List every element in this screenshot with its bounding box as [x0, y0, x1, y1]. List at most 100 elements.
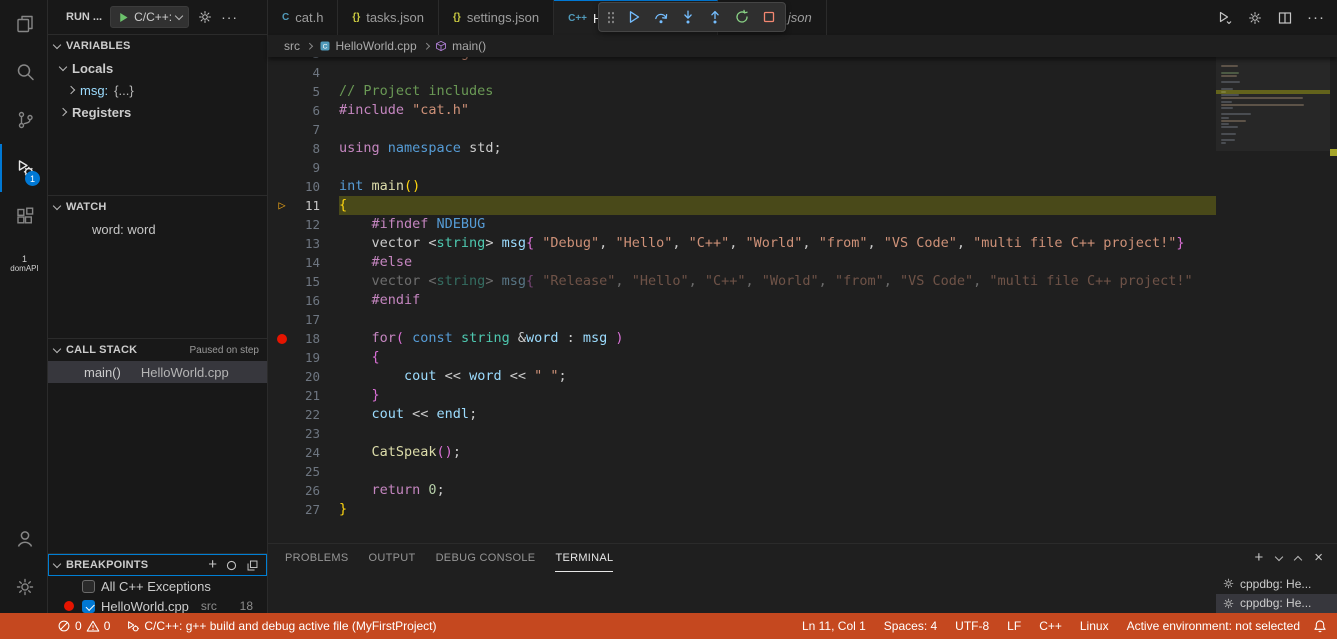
glyph-margin[interactable] — [268, 215, 296, 234]
close-panel-icon[interactable]: × — [1314, 552, 1323, 564]
run-or-debug-icon[interactable] — [1217, 10, 1233, 26]
step-out-icon[interactable] — [707, 9, 723, 25]
glyph-margin[interactable] — [268, 158, 296, 177]
activity-item-domapi-extension[interactable]: 1domAPI — [0, 240, 47, 288]
new-terminal-icon[interactable]: + — [1254, 552, 1263, 564]
glyph-margin[interactable] — [268, 291, 296, 310]
glyph-margin[interactable] — [268, 500, 296, 519]
toggle-breakpoints-icon[interactable] — [225, 559, 238, 572]
checkbox-checked[interactable] — [82, 600, 95, 613]
panel-tab-debug-console[interactable]: DEBUG CONSOLE — [436, 544, 536, 572]
activity-item-accounts[interactable] — [0, 515, 47, 563]
variable-msg[interactable]: msg: {...} — [48, 79, 267, 101]
glyph-margin[interactable] — [268, 405, 296, 424]
breadcrumb-item-main-[interactable]: main() — [435, 39, 486, 53]
activity-item-run-and-debug[interactable]: 1 — [0, 144, 47, 192]
glyph-margin[interactable] — [268, 367, 296, 386]
restart-icon[interactable] — [734, 9, 750, 25]
status-item-utf-8[interactable]: UTF-8 — [950, 619, 994, 633]
glyph-margin[interactable] — [268, 424, 296, 443]
breadcrumb-item-src[interactable]: src — [284, 39, 300, 53]
watch-section-header[interactable]: WATCH — [48, 196, 267, 218]
glyph-margin[interactable] — [268, 386, 296, 405]
stack-frame[interactable]: main() HelloWorld.cpp — [48, 361, 267, 383]
editor[interactable]: 3#include <string>45// Project includes6… — [268, 57, 1337, 543]
scope-registers[interactable]: Registers — [48, 101, 267, 123]
panel-tab-terminal[interactable]: TERMINAL — [555, 544, 613, 572]
status-item-spaces[interactable]: Spaces: 4 — [879, 619, 942, 633]
status-item-ln[interactable]: Ln 11, Col 1 — [797, 619, 871, 633]
start-debugging-icon[interactable] — [117, 11, 130, 24]
status-item-linux[interactable]: Linux — [1075, 619, 1114, 633]
status-item-c++[interactable]: C++ — [1034, 619, 1067, 633]
status-item-lf[interactable]: LF — [1002, 619, 1026, 633]
breadcrumb-item-helloworld-cpp[interactable]: CHelloWorld.cpp — [319, 39, 417, 53]
glyph-margin[interactable] — [268, 234, 296, 253]
glyph-margin[interactable] — [268, 272, 296, 291]
tab-tasks-json[interactable]: {}tasks.json — [338, 0, 439, 35]
code-area[interactable]: 3#include <string>45// Project includes6… — [268, 57, 1216, 519]
terminal-dropdown-icon[interactable] — [1275, 552, 1283, 560]
breakpoint-icon[interactable] — [277, 334, 287, 344]
glyph-margin[interactable] — [268, 329, 296, 348]
terminal-session-2[interactable]: cppdbg: He... — [1216, 594, 1337, 614]
glyph-margin[interactable] — [268, 253, 296, 272]
add-function-breakpoint-icon[interactable]: + — [208, 560, 217, 570]
variables-section-header[interactable]: VARIABLES — [48, 35, 267, 57]
glyph-margin[interactable] — [268, 82, 296, 101]
stop-icon[interactable] — [761, 9, 777, 25]
minimap-line — [1221, 142, 1226, 144]
glyph-margin[interactable] — [268, 481, 296, 500]
activity-item-search[interactable] — [0, 48, 47, 96]
panel-body: cppdbg: He...cppdbg: He... — [268, 572, 1337, 613]
line-number: 12 — [296, 215, 320, 234]
panel-tab-problems[interactable]: PROBLEMS — [285, 544, 349, 572]
glyph-margin[interactable] — [268, 139, 296, 158]
glyph-margin[interactable] — [268, 462, 296, 481]
glyph-margin[interactable] — [268, 443, 296, 462]
step-into-icon[interactable] — [680, 9, 696, 25]
gear-icon[interactable] — [1247, 10, 1263, 26]
minimap[interactable] — [1216, 57, 1330, 543]
more-actions-icon[interactable]: ··· — [221, 12, 238, 22]
terminal-content[interactable] — [268, 572, 1216, 613]
tab-settings-json[interactable]: {}settings.json — [439, 0, 554, 35]
status-item-active[interactable]: Active environment: not selected — [1122, 619, 1305, 633]
tab-cat-h[interactable]: Ccat.h — [268, 0, 338, 35]
debug-status[interactable]: C/C++: g++ build and debug active file (… — [121, 619, 441, 633]
breakpoints-section-header[interactable]: BREAKPOINTS + — [48, 554, 267, 576]
notifications-bell-icon[interactable] — [1313, 619, 1327, 633]
drag-handle-icon[interactable] — [607, 11, 615, 24]
glyph-margin[interactable] — [268, 120, 296, 139]
checkbox-unchecked[interactable] — [82, 580, 95, 593]
watch-expression[interactable]: word: word — [48, 218, 267, 240]
remove-all-breakpoints-icon[interactable] — [246, 559, 259, 572]
panel-tab-output[interactable]: OUTPUT — [369, 544, 416, 572]
split-editor-icon[interactable] — [1277, 10, 1293, 26]
glyph-margin[interactable] — [268, 177, 296, 196]
call-stack-section-header[interactable]: CALL STACK Paused on step — [48, 339, 267, 361]
more-actions-icon[interactable]: ··· — [1307, 13, 1325, 23]
gear-icon[interactable] — [197, 9, 213, 25]
code-line-text: #ifndef NDEBUG — [339, 215, 1216, 234]
step-over-icon[interactable] — [653, 9, 669, 25]
glyph-margin[interactable] — [268, 63, 296, 82]
activity-item-extensions[interactable] — [0, 192, 47, 240]
continue-icon[interactable] — [626, 9, 642, 25]
terminal-session-1[interactable]: cppdbg: He... — [1216, 574, 1337, 594]
glyph-margin[interactable] — [268, 348, 296, 367]
activity-item-explorer[interactable] — [0, 0, 47, 48]
launch-config-select[interactable]: C/C++: — [110, 6, 189, 28]
glyph-margin[interactable] — [268, 310, 296, 329]
glyph-margin[interactable] — [268, 101, 296, 120]
activity-item-manage[interactable] — [0, 563, 47, 611]
problems-status[interactable]: 0 0 — [52, 619, 115, 633]
activity-item-source-control[interactable] — [0, 96, 47, 144]
gear-icon — [1222, 577, 1235, 590]
chevron-down-icon — [53, 559, 61, 567]
breakpoint-row-exceptions[interactable]: All C++ Exceptions — [48, 576, 267, 596]
scope-locals[interactable]: Locals — [48, 57, 267, 79]
maximize-panel-icon[interactable] — [1294, 555, 1302, 563]
code-line-text: using namespace std; — [339, 139, 1216, 158]
current-line-arrow-icon[interactable]: ▷ — [268, 196, 296, 215]
